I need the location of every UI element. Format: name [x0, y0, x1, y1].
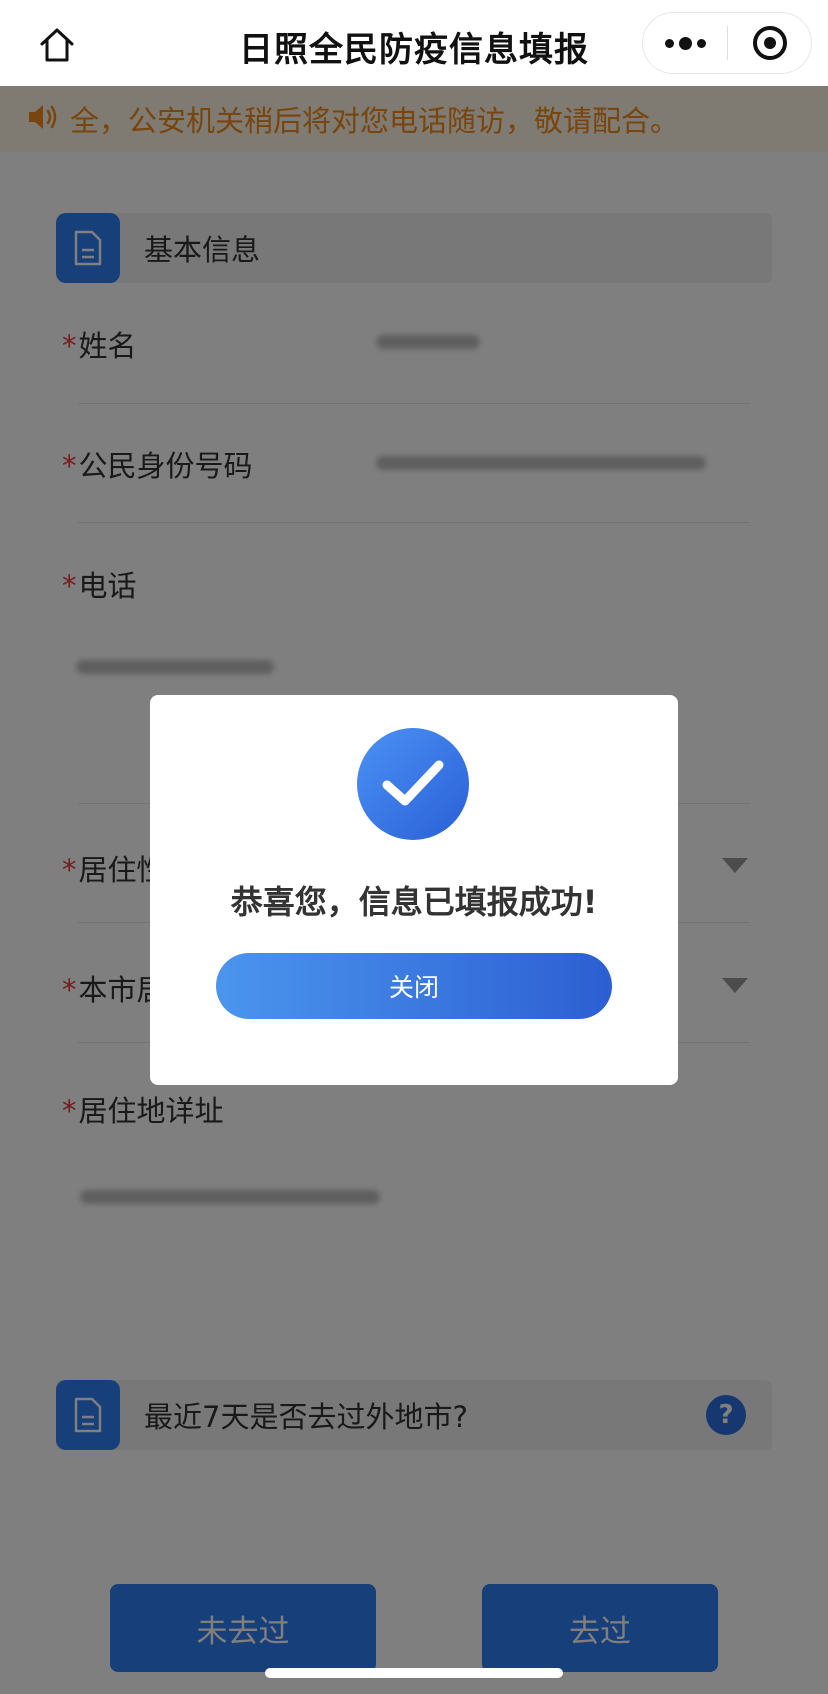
home-indicator: [265, 1668, 563, 1678]
success-message: 恭喜您，信息已填报成功!: [230, 883, 598, 921]
close-dialog-button[interactable]: 关闭: [216, 953, 612, 1019]
check-circle-icon: [357, 728, 469, 840]
success-dialog: 恭喜您，信息已填报成功! 关闭: [150, 695, 678, 1085]
more-dots-icon[interactable]: [643, 13, 727, 73]
top-nav-bar: 日照全民防疫信息填报: [0, 0, 828, 86]
target-close-icon[interactable]: [728, 13, 811, 73]
mini-program-capsule: [642, 12, 812, 74]
